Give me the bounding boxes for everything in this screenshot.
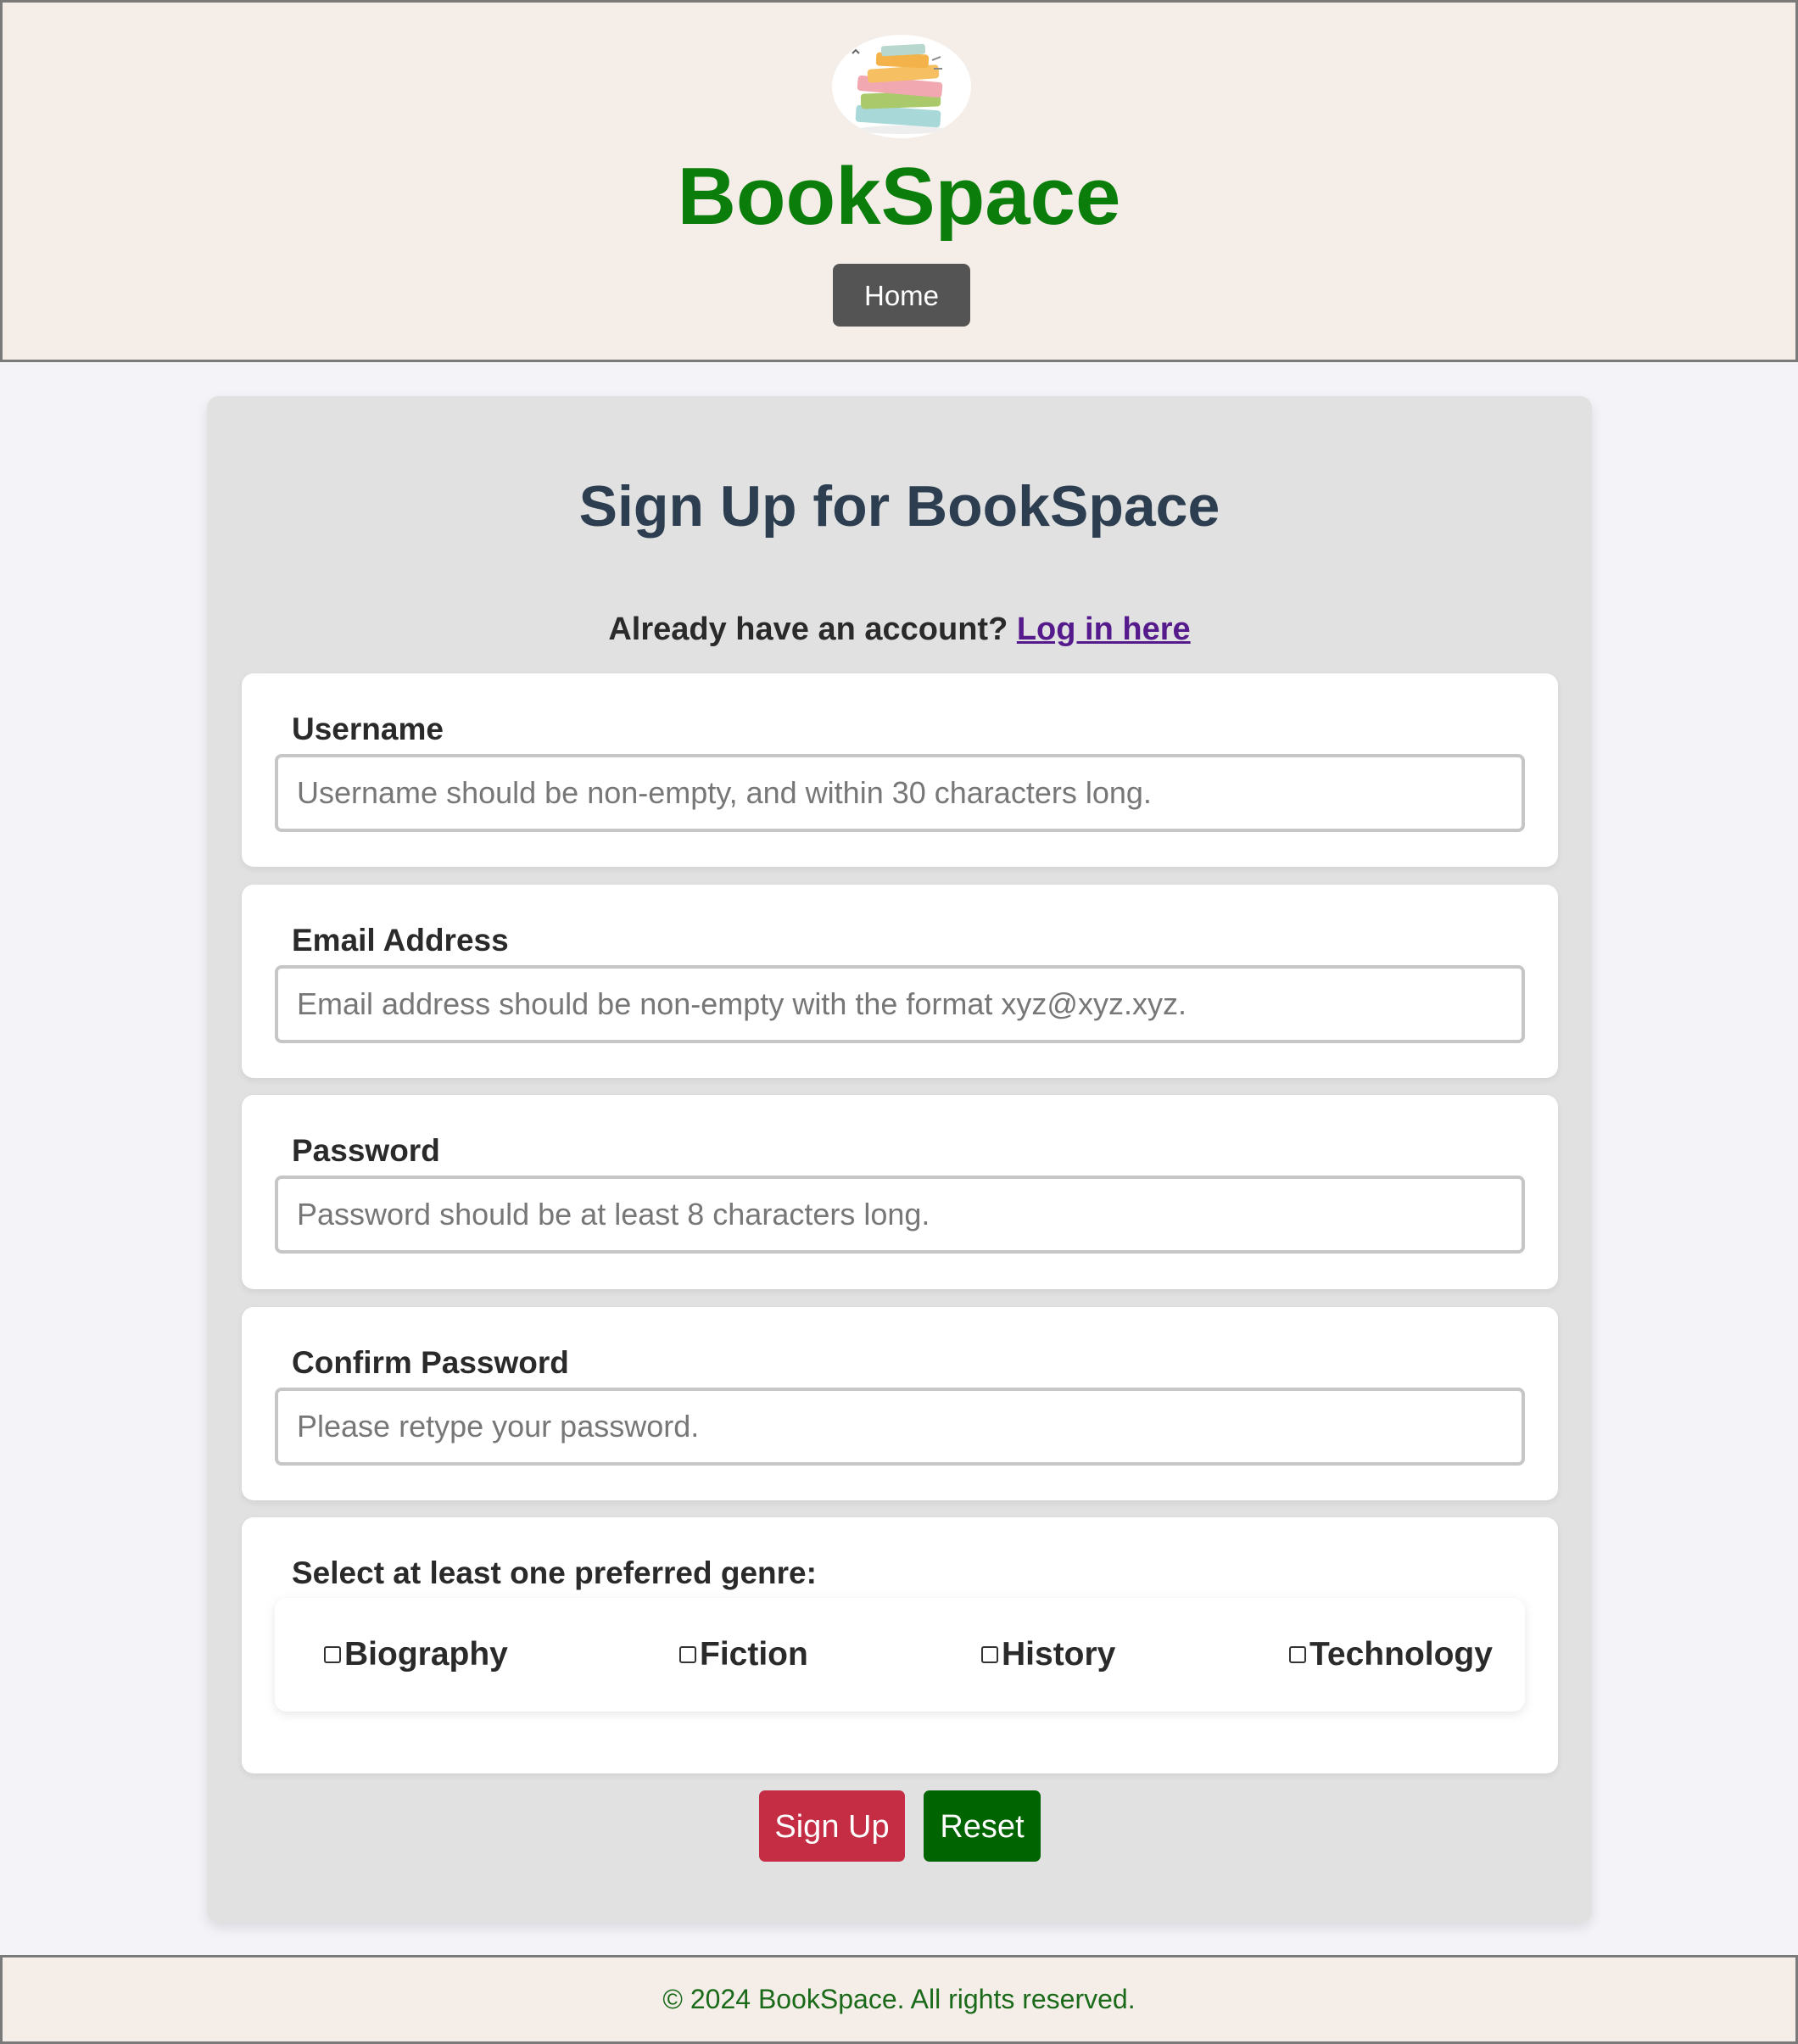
- signup-form: Sign Up for BookSpace Already have an ac…: [207, 396, 1592, 1923]
- email-input[interactable]: [275, 965, 1525, 1043]
- genre-field-card: Select at least one preferred genre: Bio…: [242, 1517, 1558, 1773]
- genre-option-label: Technology: [1309, 1636, 1493, 1673]
- reset-button[interactable]: Reset: [924, 1790, 1041, 1862]
- login-prompt: Already have an account? Log in here: [207, 610, 1592, 649]
- password-input[interactable]: [275, 1176, 1525, 1254]
- password-label: Password: [292, 1133, 440, 1168]
- genre-label: Select at least one preferred genre:: [292, 1555, 817, 1590]
- genre-option-label: Biography: [344, 1636, 508, 1673]
- signup-button[interactable]: Sign Up: [759, 1790, 905, 1862]
- confirm-password-input[interactable]: [275, 1388, 1525, 1466]
- genre-option-label: Fiction: [700, 1636, 808, 1673]
- genre-option-technology[interactable]: Technology: [1289, 1634, 1493, 1676]
- genre-option-history[interactable]: History: [981, 1634, 1115, 1676]
- confirm-password-field-card: Confirm Password: [242, 1307, 1558, 1500]
- book-stack-icon: [832, 35, 971, 138]
- email-label: Email Address: [292, 923, 509, 958]
- genre-option-biography[interactable]: Biography: [324, 1634, 508, 1676]
- fiction-checkbox[interactable]: [679, 1646, 696, 1663]
- username-field-card: Username: [242, 673, 1558, 867]
- login-link[interactable]: Log in here: [1017, 612, 1191, 647]
- confirm-password-label: Confirm Password: [292, 1345, 569, 1380]
- genre-option-fiction[interactable]: Fiction: [679, 1634, 808, 1676]
- footer-text: © 2024 BookSpace. All rights reserved.: [662, 1984, 1136, 2014]
- brand-title: BookSpace: [677, 151, 1121, 242]
- home-button[interactable]: Home: [833, 264, 970, 327]
- genre-options: Biography Fiction History Technology: [275, 1598, 1525, 1712]
- email-field-card: Email Address: [242, 885, 1558, 1078]
- genre-option-label: History: [1002, 1636, 1116, 1673]
- username-label: Username: [292, 712, 444, 746]
- page-title: Sign Up for BookSpace: [578, 474, 1220, 539]
- site-header: BookSpace Home: [0, 0, 1798, 362]
- history-checkbox[interactable]: [981, 1646, 998, 1663]
- site-footer: © 2024 BookSpace. All rights reserved.: [0, 1955, 1798, 2044]
- biography-checkbox[interactable]: [324, 1646, 341, 1663]
- password-field-card: Password: [242, 1095, 1558, 1289]
- technology-checkbox[interactable]: [1289, 1646, 1306, 1663]
- username-input[interactable]: [275, 754, 1525, 832]
- login-prompt-text: Already have an account?: [608, 612, 1008, 647]
